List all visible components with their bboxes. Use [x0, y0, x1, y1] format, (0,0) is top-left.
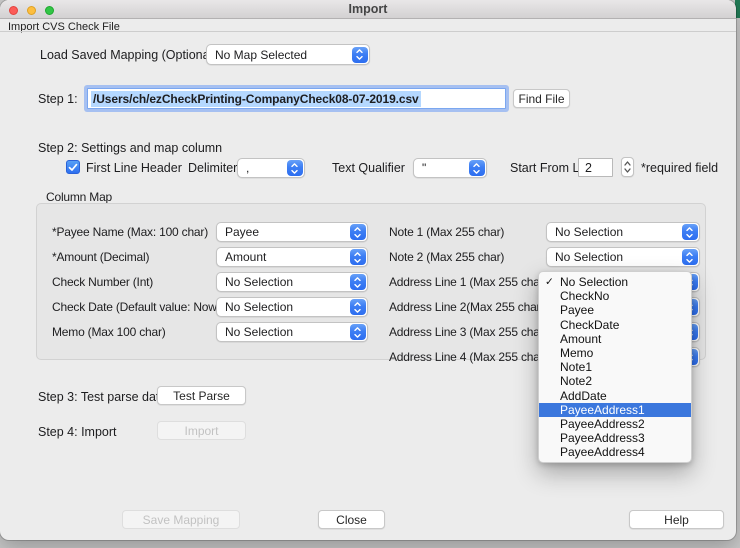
import-dialog-window: Import Import CVS Check File Load Saved … [0, 0, 736, 540]
desktop-background: Import Import CVS Check File Load Saved … [0, 0, 740, 548]
delimiter-select[interactable]: , [237, 158, 305, 178]
save-mapping-button: Save Mapping [122, 510, 240, 529]
chevron-updown-icon [350, 299, 366, 315]
address3-label: Address Line 3 (Max 255 char) [389, 325, 547, 339]
step4-label: Step 4: Import [38, 425, 117, 439]
check-date-value: No Selection [217, 300, 350, 314]
menu-item-payeeaddress2[interactable]: PayeeAddress2 [539, 417, 691, 431]
address1-label: Address Line 1 (Max 255 char) [389, 275, 547, 289]
check-date-label: Check Date (Default value: Now) [52, 300, 221, 314]
note2-select[interactable]: No Selection [546, 247, 700, 267]
chevron-updown-icon [350, 249, 366, 265]
chevron-updown-icon [350, 274, 366, 290]
start-from-line-stepper[interactable] [621, 157, 634, 177]
address1-dropdown-menu: ✓No Selection CheckNo Payee CheckDate Am… [538, 271, 692, 463]
chevron-updown-icon [287, 160, 303, 176]
memo-label: Memo (Max 100 char) [52, 325, 166, 339]
load-mapping-value: No Map Selected [207, 48, 352, 62]
address4-label: Address Line 4 (Max 255 char) [389, 350, 547, 364]
close-button[interactable]: Close [318, 510, 385, 529]
amount-select[interactable]: Amount [216, 247, 368, 267]
check-date-select[interactable]: No Selection [216, 297, 368, 317]
text-qualifier-label: Text Qualifier [332, 161, 405, 175]
memo-value: No Selection [217, 325, 350, 339]
title-bar[interactable]: Import [0, 0, 736, 19]
amount-value: Amount [217, 250, 350, 264]
text-qualifier-select[interactable]: " [413, 158, 487, 178]
menu-item-checkno[interactable]: CheckNo [539, 289, 691, 303]
menu-item-payeeaddress1[interactable]: PayeeAddress1 [539, 403, 691, 417]
check-number-label: Check Number (Int) [52, 275, 153, 289]
menu-item-checkdate[interactable]: CheckDate [539, 318, 691, 332]
first-line-header-checkbox[interactable] [66, 160, 80, 174]
text-qualifier-value: " [414, 161, 469, 175]
import-button: Import [157, 421, 246, 440]
required-field-note: *required field [641, 161, 718, 175]
note2-value: No Selection [547, 250, 682, 264]
menu-item-note2[interactable]: Note2 [539, 374, 691, 388]
note1-label: Note 1 (Max 255 char) [389, 225, 504, 239]
note1-select[interactable]: No Selection [546, 222, 700, 242]
menu-item-payeeaddress3[interactable]: PayeeAddress3 [539, 431, 691, 445]
chevron-updown-icon [682, 249, 698, 265]
stepper-down-icon [624, 168, 631, 173]
check-number-value: No Selection [217, 275, 350, 289]
menu-item-amount[interactable]: Amount [539, 332, 691, 346]
column-map-title: Column Map [46, 190, 112, 204]
chevron-updown-icon [469, 160, 485, 176]
step3-label: Step 3: Test parse data [38, 390, 166, 404]
chevron-updown-icon [352, 47, 368, 63]
menu-item-no-selection[interactable]: ✓No Selection [539, 275, 691, 289]
address2-label: Address Line 2(Max 255 char) [389, 300, 544, 314]
file-path-input[interactable]: /Users/ch/ezCheckPrinting-CompanyCheck08… [87, 88, 506, 109]
payee-name-value: Payee [217, 225, 350, 239]
amount-label: *Amount (Decimal) [52, 250, 149, 264]
find-file-button[interactable]: Find File [513, 89, 570, 108]
start-from-line-input[interactable]: 2 [578, 158, 613, 177]
load-mapping-select[interactable]: No Map Selected [206, 44, 370, 65]
check-icon [68, 163, 78, 172]
delimiter-value: , [238, 161, 287, 175]
chevron-updown-icon [350, 224, 366, 240]
chevron-updown-icon [350, 324, 366, 340]
step2-heading: Step 2: Settings and map column [38, 141, 222, 155]
check-number-select[interactable]: No Selection [216, 272, 368, 292]
memo-select[interactable]: No Selection [216, 322, 368, 342]
menu-item-note1[interactable]: Note1 [539, 360, 691, 374]
chevron-updown-icon [682, 224, 698, 240]
file-path-selected-text: /Users/ch/ezCheckPrinting-CompanyCheck08… [91, 91, 421, 107]
checkmark-icon: ✓ [545, 275, 554, 289]
menu-item-adddate[interactable]: AddDate [539, 389, 691, 403]
load-mapping-label: Load Saved Mapping (Optional): [40, 48, 220, 62]
note2-label: Note 2 (Max 255 char) [389, 250, 504, 264]
menu-item-payeeaddress4[interactable]: PayeeAddress4 [539, 445, 691, 459]
window-title: Import [0, 2, 736, 16]
menu-item-payee[interactable]: Payee [539, 303, 691, 317]
delimiter-label: Delimiter [188, 161, 237, 175]
test-parse-button[interactable]: Test Parse [157, 386, 246, 405]
stepper-up-icon [624, 161, 631, 166]
panel-separator [0, 31, 736, 32]
payee-name-label: *Payee Name (Max: 100 char) [52, 225, 208, 239]
help-button[interactable]: Help [629, 510, 724, 529]
first-line-header-label: First Line Header [86, 161, 182, 175]
note1-value: No Selection [547, 225, 682, 239]
menu-item-memo[interactable]: Memo [539, 346, 691, 360]
step1-label: Step 1: [38, 92, 78, 106]
payee-name-select[interactable]: Payee [216, 222, 368, 242]
